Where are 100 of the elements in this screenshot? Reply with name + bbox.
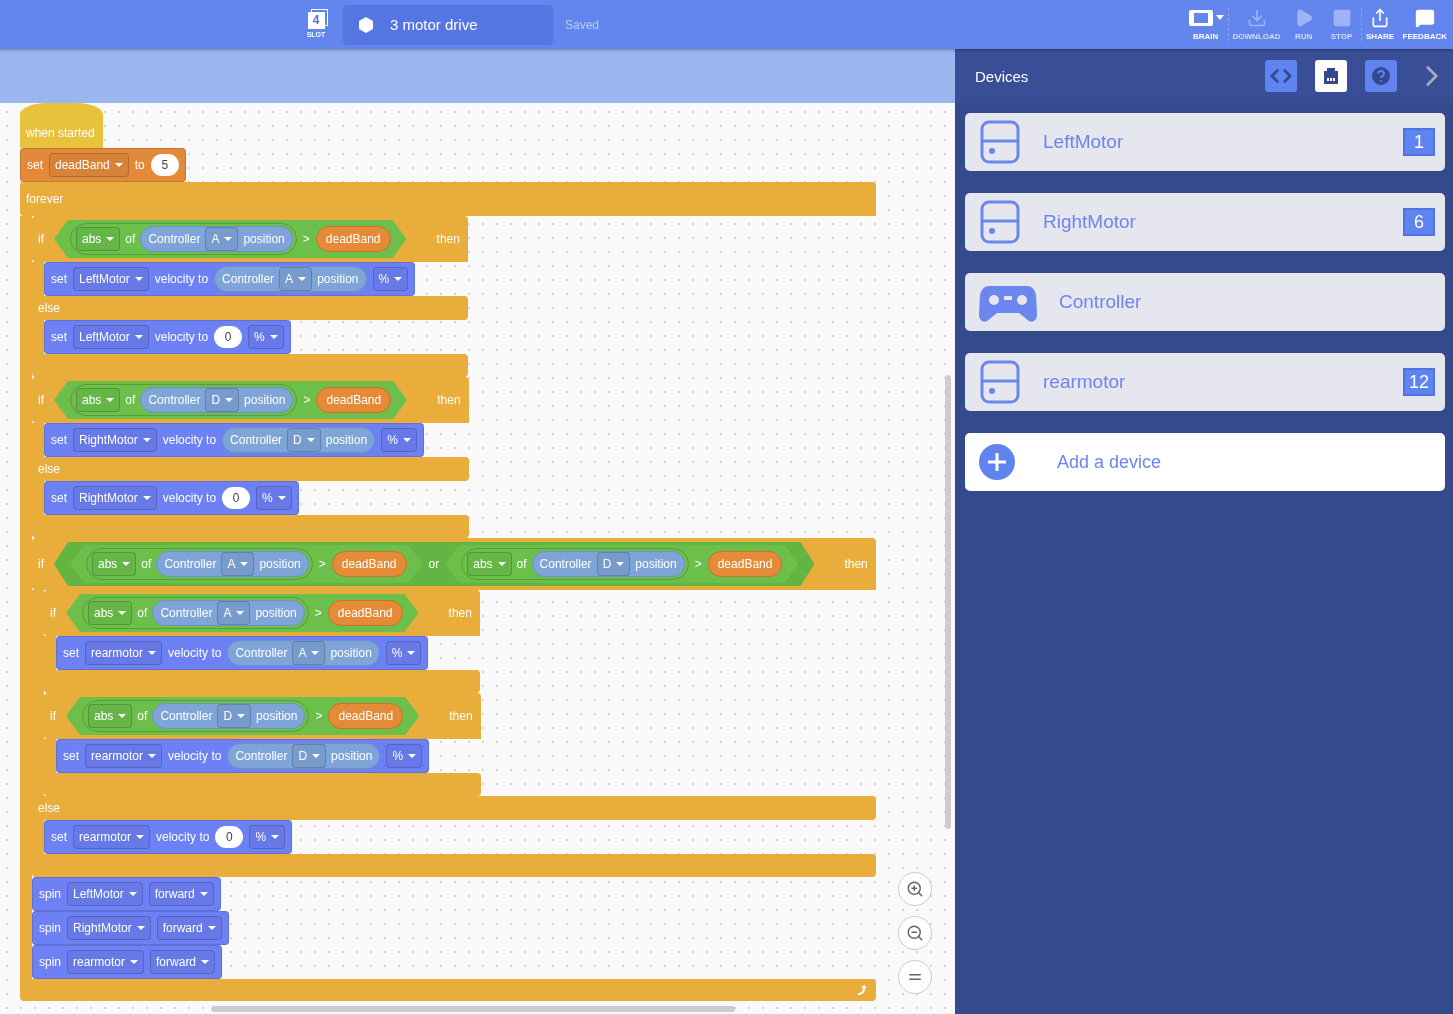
save-status: Saved (565, 17, 600, 32)
block-dropdown[interactable]: rearmotor (85, 641, 163, 665)
block-dropdown[interactable]: forward (156, 916, 222, 940)
scrollbar[interactable] (945, 375, 951, 829)
block-dropdown[interactable]: % (249, 825, 286, 849)
block-label: then (435, 232, 460, 246)
block-label: position (331, 749, 373, 763)
block-dropdown[interactable]: abs (467, 552, 512, 576)
block-dropdown[interactable]: forward (150, 950, 216, 974)
device-card[interactable]: rearmotor 12 (965, 353, 1445, 411)
block-label: set (51, 433, 67, 447)
block-label: velocity to (162, 433, 217, 447)
toolbar-button[interactable]: SHARE (1360, 8, 1399, 41)
caret-icon (407, 651, 416, 655)
number-input[interactable]: 0 (215, 826, 244, 848)
block-label: set (51, 330, 67, 344)
block-dropdown[interactable]: % (386, 744, 423, 768)
block-dropdown[interactable]: % (248, 325, 284, 349)
block-label: Controller (160, 709, 213, 723)
block-label: position (244, 393, 286, 407)
block-dropdown[interactable]: % (256, 486, 292, 510)
project-name-field[interactable]: 3 motor drive (343, 4, 553, 45)
number-input[interactable]: 5 (150, 154, 179, 176)
motor-icon (979, 359, 1021, 405)
caret-icon (134, 277, 143, 281)
block-dropdown[interactable]: abs (88, 704, 133, 728)
block-dropdown[interactable]: A (217, 601, 251, 625)
block-label: then (436, 393, 461, 407)
device-card[interactable]: Controller (965, 273, 1445, 331)
block-dropdown[interactable]: % (385, 641, 422, 665)
block-label: forever (26, 192, 64, 206)
block-label: > (303, 393, 311, 407)
caret-icon (128, 892, 137, 896)
block-label: of (141, 557, 152, 571)
block-dropdown[interactable]: deadBand (49, 153, 129, 177)
block-dropdown[interactable]: LeftMotor (73, 267, 149, 291)
block-label: position (635, 557, 677, 571)
block-dropdown[interactable]: % (372, 267, 409, 291)
caret-icon (114, 163, 123, 167)
block-label: Controller (235, 646, 288, 660)
zoom-in-button[interactable] (898, 872, 932, 906)
block-dropdown[interactable]: rearmotor (67, 950, 145, 974)
port-number: 12 (1403, 368, 1435, 396)
caret-icon (106, 237, 115, 241)
block-label: else (38, 301, 60, 315)
block-dropdown[interactable]: abs (76, 388, 121, 412)
caret-icon (148, 651, 157, 655)
device-card[interactable]: RightMotor 6 (965, 193, 1445, 251)
block-dropdown[interactable]: RightMotor (73, 486, 157, 510)
block-label: of (516, 557, 527, 571)
block-label: if (50, 606, 56, 620)
add-device-button[interactable]: Add a device (965, 433, 1445, 491)
block-dropdown[interactable]: forward (148, 882, 214, 906)
block-label: else (38, 462, 60, 476)
block-dropdown[interactable]: D (287, 428, 321, 452)
block-label: velocity to (168, 749, 222, 763)
variable-reporter: deadBand (327, 600, 403, 626)
block-label: Controller (148, 393, 201, 407)
block-label: of (125, 232, 136, 246)
block-label: then (843, 557, 868, 571)
block-dropdown[interactable]: abs (92, 552, 137, 576)
scrollbar[interactable] (211, 1006, 735, 1012)
block-label: set (63, 749, 79, 763)
block-label: > (302, 232, 310, 246)
caret-icon (199, 892, 208, 896)
block-dropdown[interactable]: A (221, 552, 255, 576)
block-label: Controller (539, 557, 592, 571)
block-label: Controller (230, 433, 283, 447)
block-dropdown[interactable]: RightMotor (73, 428, 157, 452)
block-dropdown[interactable]: A (292, 641, 326, 665)
block-dropdown[interactable]: LeftMotor (73, 325, 149, 349)
number-input[interactable]: 0 (214, 326, 243, 348)
block-dropdown[interactable]: LeftMotor (67, 882, 143, 906)
toolbar-button[interactable]: BRAIN (1183, 8, 1228, 41)
zoom-out-button[interactable] (898, 916, 932, 950)
device-card[interactable]: LeftMotor 1 (965, 113, 1445, 171)
block-dropdown[interactable]: D (596, 552, 631, 576)
caret-icon (142, 438, 151, 442)
number-input[interactable]: 0 (222, 487, 251, 509)
block-label: position (243, 232, 285, 246)
block-dropdown[interactable]: D (217, 704, 252, 728)
caret-icon (148, 754, 157, 758)
block-dropdown[interactable]: RightMotor (67, 916, 151, 940)
block-dropdown[interactable]: A (279, 267, 313, 291)
variable-reporter: deadBand (331, 551, 407, 577)
block-dropdown[interactable]: D (205, 388, 240, 412)
block-label: or (428, 557, 440, 571)
block-dropdown[interactable]: abs (76, 227, 121, 251)
block-label: Controller (148, 232, 201, 246)
block-dropdown[interactable]: rearmotor (85, 744, 163, 768)
block-dropdown[interactable]: D (292, 744, 327, 768)
panel-tab[interactable] (1315, 60, 1347, 92)
reset-zoom-button[interactable] (898, 960, 932, 994)
download-icon (1246, 8, 1267, 28)
toolbar-button[interactable]: FEEDBACK (1398, 8, 1451, 41)
block-dropdown[interactable]: % (381, 428, 417, 452)
block-dropdown[interactable]: abs (88, 601, 133, 625)
block-dropdown[interactable]: rearmotor (73, 825, 151, 849)
block-dropdown[interactable]: A (205, 227, 239, 251)
motor-icon (979, 199, 1021, 245)
